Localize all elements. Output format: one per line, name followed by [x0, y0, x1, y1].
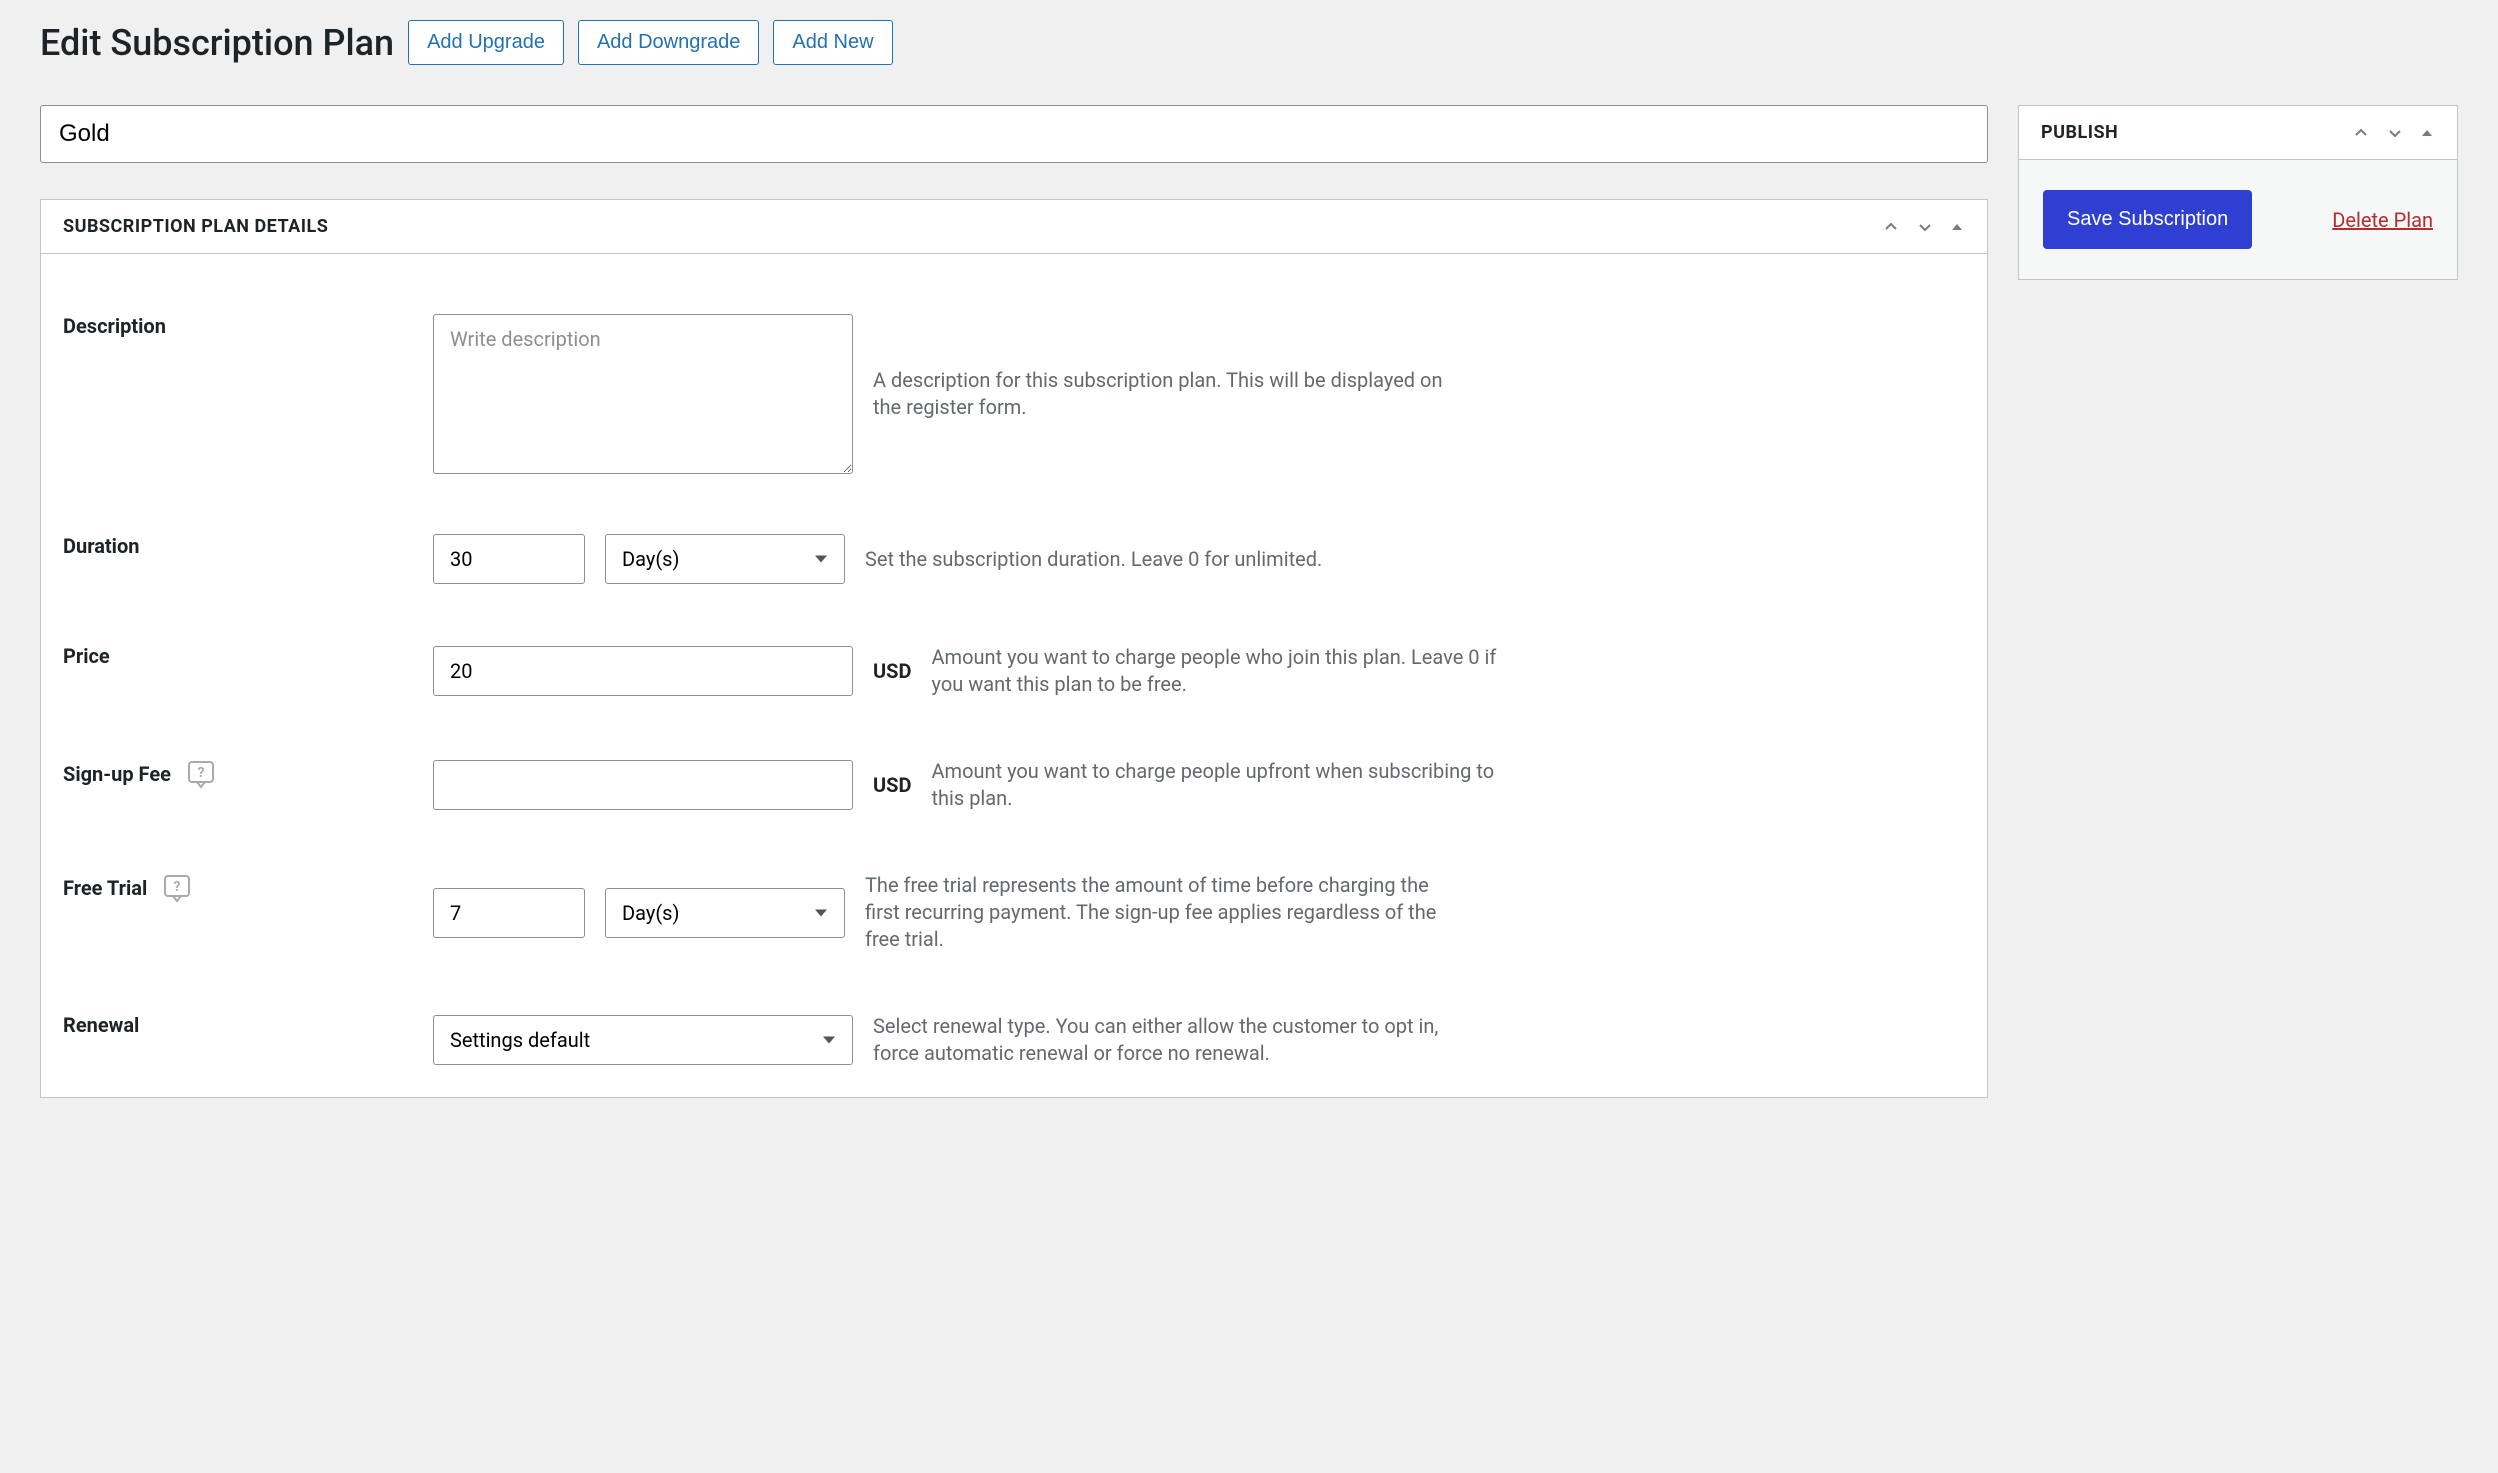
free-trial-help: The free trial represents the amount of …: [865, 872, 1455, 953]
free-trial-help-icon[interactable]: ?: [161, 872, 193, 904]
free-trial-input[interactable]: [433, 888, 585, 938]
price-label: Price: [63, 644, 110, 668]
signup-fee-help: Amount you want to charge people upfront…: [932, 758, 1522, 812]
add-upgrade-button[interactable]: Add Upgrade: [408, 20, 564, 65]
save-subscription-button[interactable]: Save Subscription: [2043, 190, 2252, 249]
publish-move-up-icon[interactable]: [2351, 123, 2371, 143]
description-help: A description for this subscription plan…: [873, 367, 1463, 421]
renewal-label: Renewal: [63, 1013, 139, 1037]
price-input[interactable]: [433, 646, 853, 696]
description-label: Description: [63, 314, 166, 338]
delete-plan-link[interactable]: Delete Plan: [2332, 208, 2433, 232]
signup-fee-currency: USD: [873, 773, 912, 797]
plan-title-input[interactable]: [40, 105, 1988, 163]
details-box-title: Subscription Plan Details: [63, 216, 328, 237]
publish-box-title: Publish: [2041, 122, 2118, 143]
price-currency: USD: [873, 659, 912, 683]
price-help: Amount you want to charge people who joi…: [932, 644, 1522, 698]
duration-help: Set the subscription duration. Leave 0 f…: [865, 546, 1455, 573]
svg-text:?: ?: [174, 879, 181, 895]
duration-label: Duration: [63, 534, 139, 558]
signup-fee-input[interactable]: [433, 760, 853, 810]
publish-toggle-icon[interactable]: [2419, 125, 2435, 141]
renewal-help: Select renewal type. You can either allo…: [873, 1013, 1463, 1067]
toggle-icon[interactable]: [1949, 219, 1965, 235]
add-downgrade-button[interactable]: Add Downgrade: [578, 20, 759, 65]
page-title: Edit Subscription Plan: [40, 22, 394, 64]
publish-move-down-icon[interactable]: [2385, 123, 2405, 143]
move-down-icon[interactable]: [1915, 217, 1935, 237]
duration-input[interactable]: [433, 534, 585, 584]
free-trial-unit-select[interactable]: Day(s): [605, 888, 845, 938]
svg-text:?: ?: [197, 765, 204, 781]
signup-fee-help-icon[interactable]: ?: [185, 758, 217, 790]
duration-unit-select[interactable]: Day(s): [605, 534, 845, 584]
signup-fee-label: Sign-up Fee: [63, 762, 171, 786]
description-textarea[interactable]: [433, 314, 853, 474]
renewal-select[interactable]: Settings default: [433, 1015, 853, 1065]
subscription-plan-details-box: Subscription Plan Details Description: [40, 199, 1988, 1098]
publish-box: Publish Save Subscription Delete Plan: [2018, 105, 2458, 280]
add-new-button[interactable]: Add New: [773, 20, 892, 65]
free-trial-label: Free Trial: [63, 876, 147, 900]
move-up-icon[interactable]: [1881, 217, 1901, 237]
